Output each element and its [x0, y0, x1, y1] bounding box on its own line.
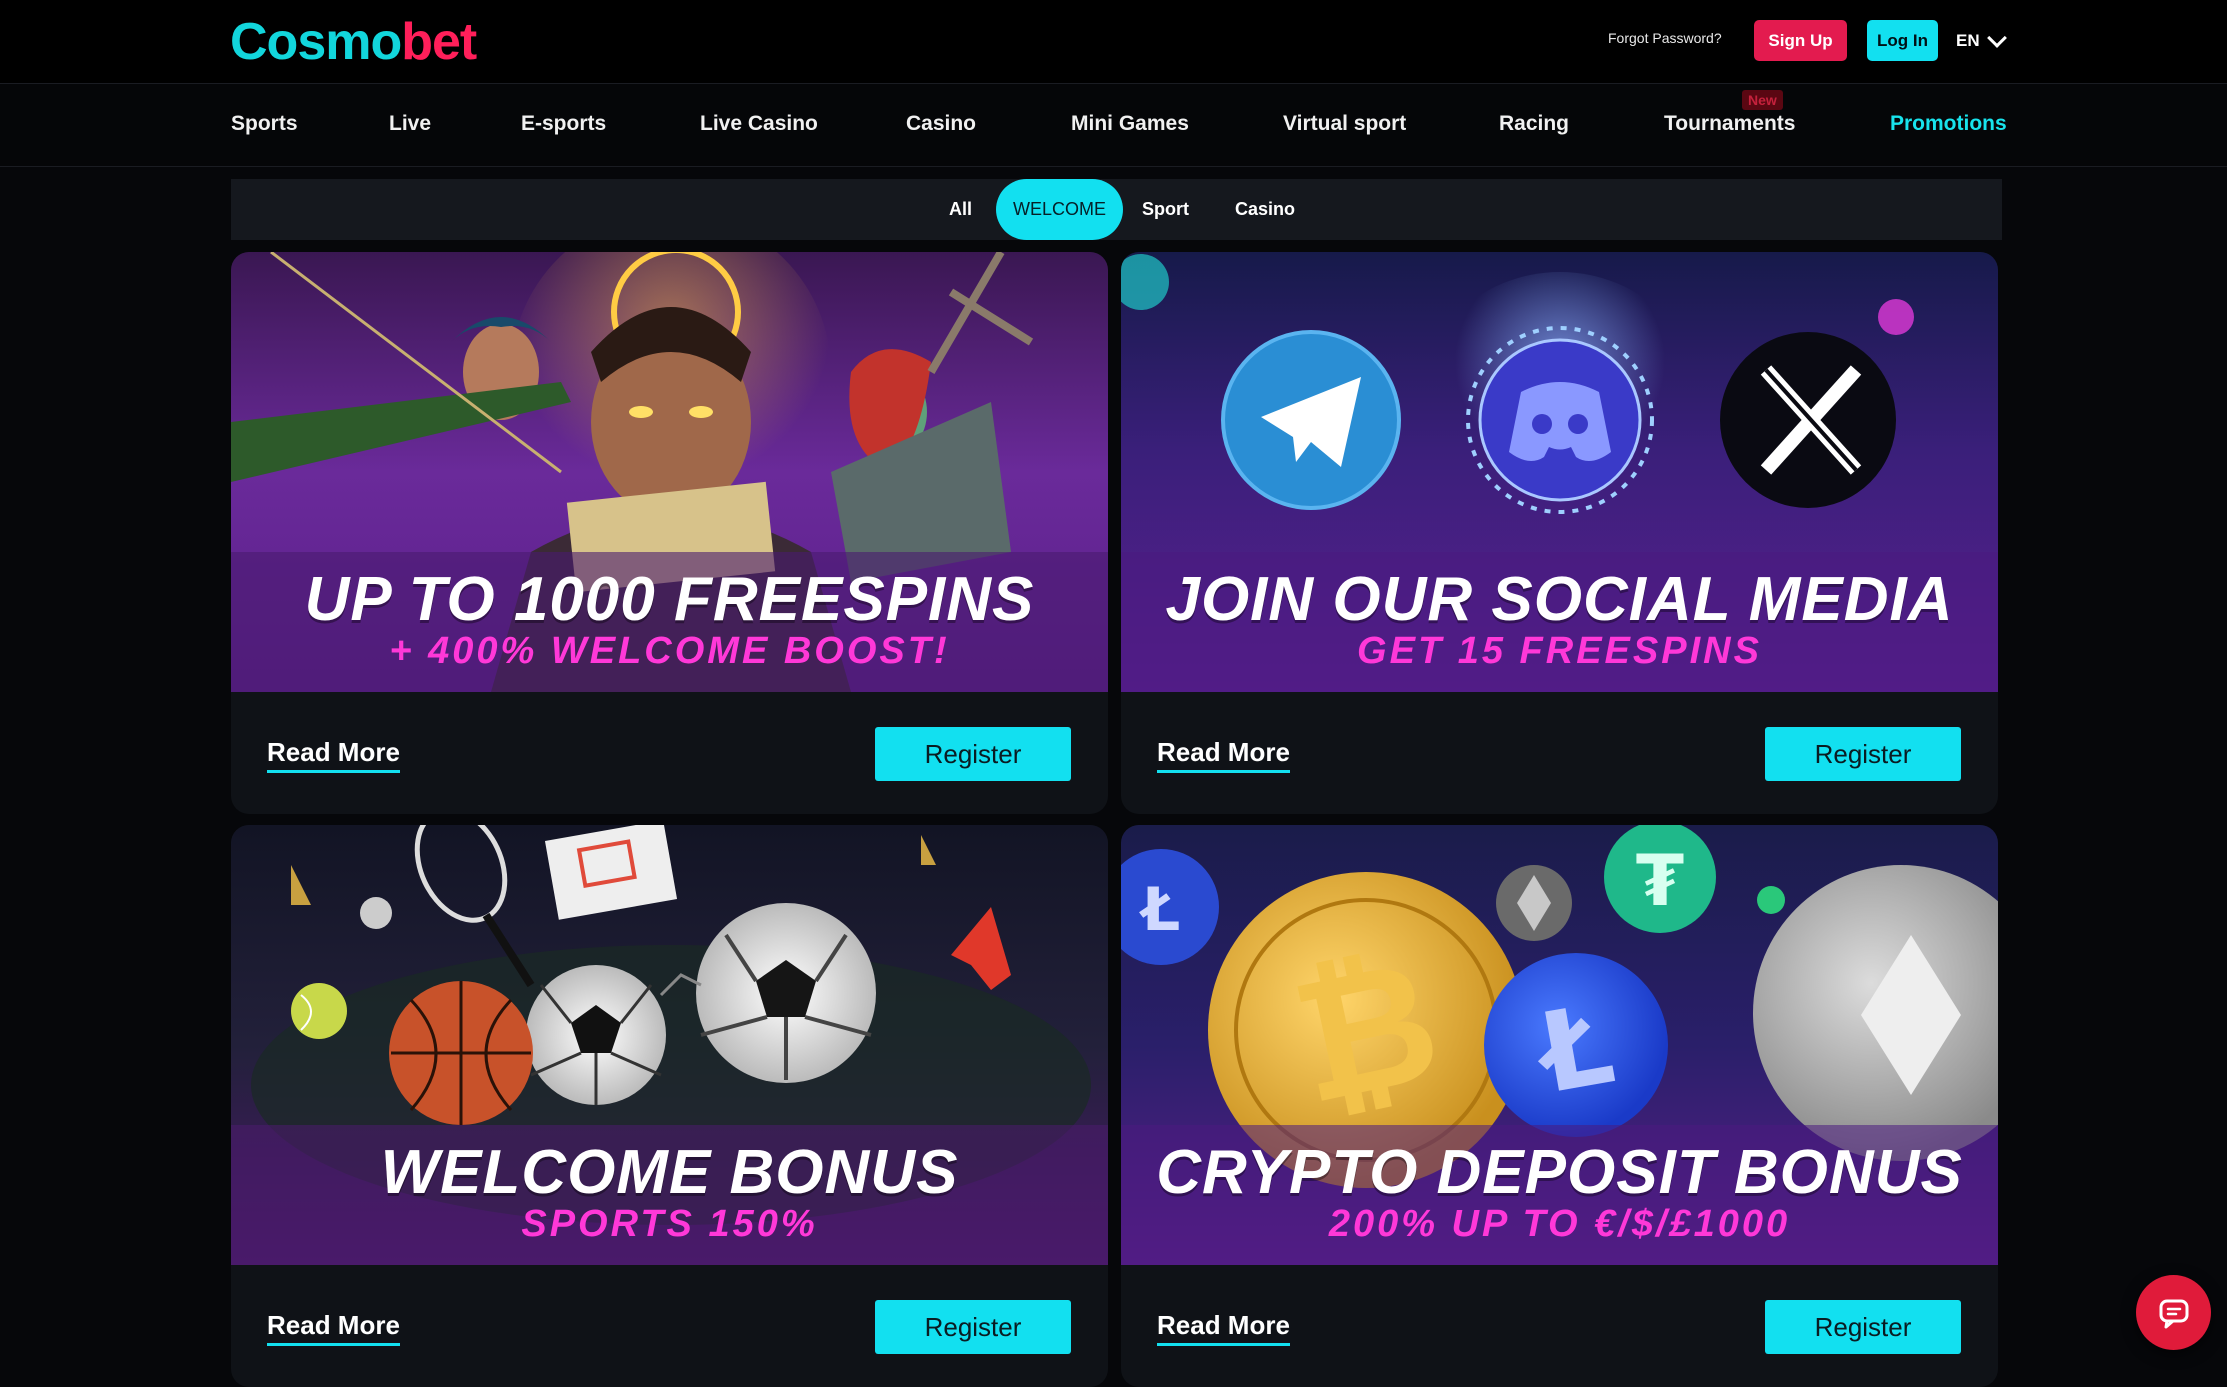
promo-subline: 200% UP TO €/$/£1000 — [1328, 1203, 1791, 1245]
promo-subline: GET 15 FREESPINS — [1357, 630, 1762, 672]
filter-chip-casino[interactable]: Casino — [1235, 179, 1295, 240]
promo-filter-bar: All WELCOME Sport Casino — [231, 179, 2002, 240]
register-button[interactable]: Register — [1765, 727, 1961, 781]
promo-headline: JOIN OUR SOCIAL MEDIA — [1165, 565, 1954, 634]
nav-item-esports[interactable]: E-sports — [521, 112, 606, 136]
promo-card: WELCOME BONUS SPORTS 150% Read More Regi… — [231, 825, 1108, 1387]
sign-up-button[interactable]: Sign Up — [1754, 20, 1847, 61]
logo-text-cosmo: Cosmo — [230, 13, 402, 71]
chat-bubble-icon — [2159, 1299, 2188, 1328]
promo-banner-image[interactable]: UP TO 1000 FREESPINS + 400% WELCOME BOOS… — [231, 252, 1108, 692]
forgot-password-link[interactable]: Forgot Password? — [1608, 30, 1722, 46]
promo-headline: UP TO 1000 FREESPINS — [304, 565, 1035, 634]
register-button[interactable]: Register — [875, 1300, 1071, 1354]
nav-item-live[interactable]: Live — [389, 112, 431, 136]
read-more-link[interactable]: Read More — [1157, 737, 1290, 773]
nav-item-promotions[interactable]: Promotions — [1890, 112, 2007, 136]
main-nav: Sports Live E-sports Live Casino Casino … — [0, 84, 2227, 167]
top-bar: Cosmo bet Forgot Password? Sign Up Log In… — [0, 0, 2227, 84]
nav-item-live-casino[interactable]: Live Casino — [700, 112, 818, 136]
nav-item-casino[interactable]: Casino — [906, 112, 976, 136]
filter-chip-sport[interactable]: Sport — [1142, 179, 1189, 240]
nav-item-tournaments[interactable]: Tournaments — [1664, 112, 1795, 136]
register-button[interactable]: Register — [1765, 1300, 1961, 1354]
promo-subline: SPORTS 150% — [521, 1203, 818, 1245]
register-button[interactable]: Register — [875, 727, 1071, 781]
filter-chip-all[interactable]: All — [949, 179, 972, 240]
live-chat-button[interactable] — [2136, 1275, 2211, 1350]
filter-chip-welcome[interactable]: WELCOME — [996, 179, 1123, 240]
read-more-link[interactable]: Read More — [1157, 1310, 1290, 1346]
log-in-button[interactable]: Log In — [1867, 20, 1938, 61]
promo-banner-image[interactable]: ₿ Ł ₮ Ł CRYPTO DEPOSIT BONUS 200% UP TO … — [1121, 825, 1998, 1265]
svg-text:₮: ₮ — [1636, 840, 1685, 922]
nav-item-racing[interactable]: Racing — [1499, 112, 1569, 136]
read-more-link[interactable]: Read More — [267, 1310, 400, 1346]
promo-card: JOIN OUR SOCIAL MEDIA GET 15 FREESPINS R… — [1121, 252, 1998, 814]
new-badge: New — [1742, 90, 1783, 110]
promo-headline: WELCOME BONUS — [380, 1138, 959, 1207]
promo-banner-image[interactable]: JOIN OUR SOCIAL MEDIA GET 15 FREESPINS — [1121, 252, 1998, 692]
nav-item-sports[interactable]: Sports — [231, 112, 298, 136]
svg-text:Ł: Ł — [1139, 875, 1181, 945]
logo-text-bet: bet — [401, 13, 477, 71]
promo-card: UP TO 1000 FREESPINS + 400% WELCOME BOOS… — [231, 252, 1108, 814]
nav-item-virtual-sport[interactable]: Virtual sport — [1283, 112, 1406, 136]
cosmobet-logo[interactable]: Cosmo bet — [230, 12, 477, 72]
nav-item-mini-games[interactable]: Mini Games — [1071, 112, 1189, 136]
promo-banner-image[interactable]: WELCOME BONUS SPORTS 150% — [231, 825, 1108, 1265]
promo-subline: + 400% WELCOME BOOST! — [389, 630, 950, 672]
chevron-down-icon — [1986, 28, 2007, 48]
promo-card: ₿ Ł ₮ Ł CRYPTO DEPOSIT BONUS 200% UP TO … — [1121, 825, 1998, 1387]
language-selector[interactable]: EN — [1956, 26, 2007, 56]
promo-headline: CRYPTO DEPOSIT BONUS — [1156, 1138, 1963, 1207]
language-code: EN — [1956, 31, 1980, 50]
read-more-link[interactable]: Read More — [267, 737, 400, 773]
